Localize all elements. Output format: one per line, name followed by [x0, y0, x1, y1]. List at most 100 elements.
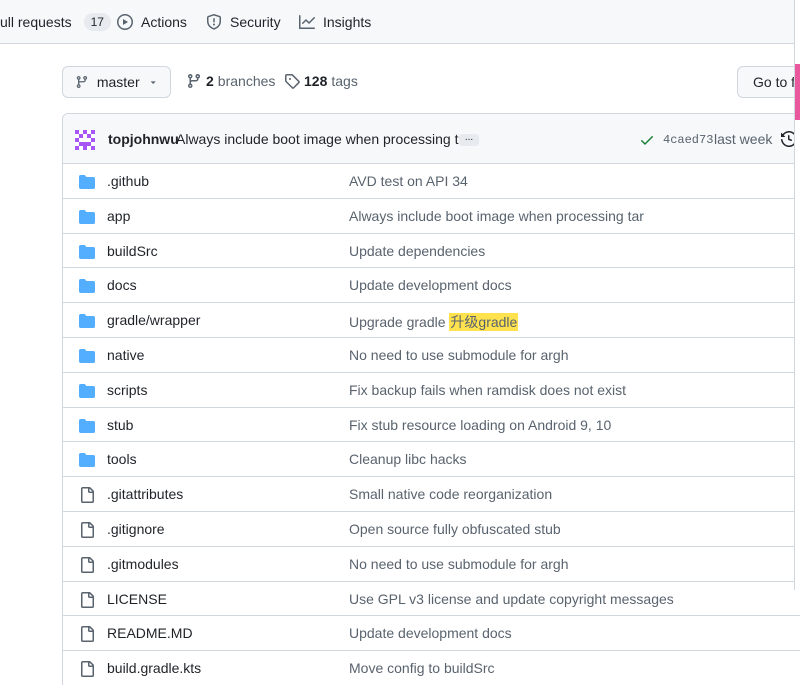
branches-link[interactable]: 2 branches: [186, 72, 275, 90]
folder-icon: [79, 348, 95, 363]
file-name-link[interactable]: .gitmodules: [107, 556, 179, 572]
file-commit-message-link[interactable]: No need to use submodule for argh: [349, 556, 568, 572]
file-commit-message-text: Open source fully obfuscated stub: [349, 520, 561, 537]
tab-insights-label: Insights: [323, 14, 372, 30]
file-name-link[interactable]: scripts: [107, 382, 147, 398]
file-row[interactable]: build.gradle.kts Move config to buildSrc: [63, 651, 800, 685]
file-name-link[interactable]: native: [107, 347, 144, 363]
tab-security-label: Security: [230, 14, 281, 30]
file-row[interactable]: scripts Fix backup fails when ramdisk doe…: [63, 373, 800, 408]
tab-pull-requests[interactable]: ull requests 17: [0, 0, 111, 44]
file-commit-message-link[interactable]: Upgrade gradle 升级gradle: [349, 312, 519, 332]
file-commit-message-link[interactable]: Update development docs: [349, 625, 512, 641]
file-row[interactable]: app Always include boot image when proces…: [63, 199, 800, 234]
folder-icon: [79, 244, 95, 259]
branch-name: master: [96, 74, 140, 90]
file-commit-message-text: Use GPL v3 license and update copyright …: [349, 590, 674, 607]
file-name-link[interactable]: .gitignore: [107, 521, 165, 537]
repo-nav: ull requests 17 Actions Security Insight…: [0, 0, 800, 44]
file-commit-message-text: Small native code reorganization: [349, 486, 553, 503]
file-icon: [81, 626, 94, 643]
check-icon[interactable]: [639, 132, 655, 148]
file-name-link[interactable]: docs: [107, 277, 137, 293]
tab-actions[interactable]: Actions: [117, 0, 187, 44]
file-icon: [81, 591, 94, 608]
file-commit-message-text: Update dependencies: [349, 242, 486, 259]
file-commit-message-text: Update development docs: [349, 277, 512, 294]
tags-link[interactable]: 128 tags: [284, 72, 358, 90]
file-row[interactable]: tools Cleanup libc hacks: [63, 442, 800, 478]
file-row[interactable]: gradle/wrapper Upgrade gradle 升级gradle: [63, 303, 800, 338]
file-commit-message-text: Move config to buildSrc: [349, 660, 495, 677]
file-commit-message-link[interactable]: Small native code reorganization: [349, 486, 552, 502]
file-name-link[interactable]: build.gradle.kts: [107, 660, 201, 676]
expand-commit-button[interactable]: ...: [459, 133, 479, 146]
tag-icon: [285, 74, 300, 89]
commit-author-link[interactable]: topjohnwu: [108, 131, 179, 147]
commit-message-link[interactable]: Always include boot image when processin…: [176, 131, 471, 147]
file-row[interactable]: docs Update development docs: [63, 268, 800, 304]
shield-icon: [207, 14, 221, 30]
file-commit-message-text: No need to use submodule for argh: [349, 346, 569, 363]
file-commit-message-link[interactable]: Update dependencies: [349, 243, 485, 259]
file-row[interactable]: buildSrc Update dependencies: [63, 234, 800, 269]
folder-icon: [79, 279, 95, 294]
file-row[interactable]: README.MD Update development docs: [63, 616, 800, 652]
file-commit-message-link[interactable]: Open source fully obfuscated stub: [349, 521, 561, 537]
avatar[interactable]: [75, 130, 95, 150]
file-commit-message-text: Fix stub resource loading on Android 9, …: [349, 416, 612, 433]
file-name-link[interactable]: .gitattributes: [107, 486, 183, 502]
branch-selector-button[interactable]: master: [62, 66, 171, 98]
folder-icon: [79, 209, 95, 224]
tab-security[interactable]: Security: [206, 0, 281, 44]
file-row[interactable]: .gitattributes Small native code reorgani…: [63, 477, 800, 512]
graph-icon: [299, 15, 315, 29]
branches-label: branches: [217, 73, 276, 89]
file-commit-message-link[interactable]: Use GPL v3 license and update copyright …: [349, 591, 674, 607]
file-row[interactable]: native No need to use submodule for argh: [63, 338, 800, 373]
file-name-link[interactable]: buildSrc: [107, 243, 158, 259]
go-to-file-button[interactable]: Go to f: [737, 66, 800, 98]
folder-icon: [79, 314, 95, 329]
file-row[interactable]: .gitignore Open source fully obfuscated s…: [63, 512, 800, 547]
file-row[interactable]: stub Fix stub resource loading on Android…: [63, 408, 800, 443]
file-row[interactable]: .github AVD test on API 34: [63, 164, 800, 199]
tab-pull-requests-label: ull requests: [0, 14, 72, 30]
file-name-link[interactable]: tools: [107, 451, 137, 467]
file-commit-message-link[interactable]: Fix stub resource loading on Android 9, …: [349, 417, 611, 433]
file-commit-message-link[interactable]: Always include boot image when processin…: [349, 208, 644, 224]
file-commit-message-text: Cleanup libc hacks: [349, 451, 467, 468]
file-commit-message-text: Upgrade gradle: [349, 314, 450, 331]
file-commit-message-text: AVD test on API 34: [349, 173, 468, 189]
folder-icon: [79, 418, 95, 433]
git-branch-icon: [76, 75, 88, 89]
file-name-link[interactable]: LICENSE: [107, 591, 167, 607]
file-name-link[interactable]: app: [107, 208, 130, 224]
file-commit-message-link[interactable]: Update development docs: [349, 277, 512, 293]
file-icon: [81, 661, 94, 678]
file-name-link[interactable]: README.MD: [107, 625, 193, 641]
pull-requests-count-badge: 17: [83, 13, 111, 31]
tags-count: 128: [304, 73, 328, 89]
folder-icon: [79, 453, 95, 468]
file-row[interactable]: .gitmodules No need to use submodule for …: [63, 547, 800, 582]
go-to-file-label: Go to f: [753, 74, 796, 90]
file-commit-message-link[interactable]: AVD test on API 34: [349, 173, 468, 189]
accent-mark: [795, 64, 800, 120]
file-commit-message-link[interactable]: Cleanup libc hacks: [349, 451, 467, 467]
tab-insights[interactable]: Insights: [299, 0, 371, 44]
file-commit-message-text: Fix backup fails when ramdisk does not e…: [349, 381, 627, 398]
file-icon: [81, 521, 94, 538]
file-commit-message-link[interactable]: No need to use submodule for argh: [349, 347, 568, 363]
file-commit-message-text: Update development docs: [349, 625, 512, 642]
file-name-link[interactable]: .github: [107, 173, 149, 189]
file-commit-message-link[interactable]: Fix backup fails when ramdisk does not e…: [349, 382, 626, 398]
tags-label: tags: [331, 73, 358, 89]
file-row[interactable]: LICENSE Use GPL v3 license and update cop…: [63, 582, 800, 617]
play-circle-icon: [117, 14, 133, 30]
file-name-link[interactable]: gradle/wrapper: [107, 312, 200, 328]
file-commit-message-link[interactable]: Move config to buildSrc: [349, 660, 495, 676]
file-name-link[interactable]: stub: [107, 417, 133, 433]
latest-commit-bar: topjohnwu Always include boot image when…: [63, 114, 800, 164]
commit-sha-link[interactable]: 4caed73: [663, 133, 713, 147]
